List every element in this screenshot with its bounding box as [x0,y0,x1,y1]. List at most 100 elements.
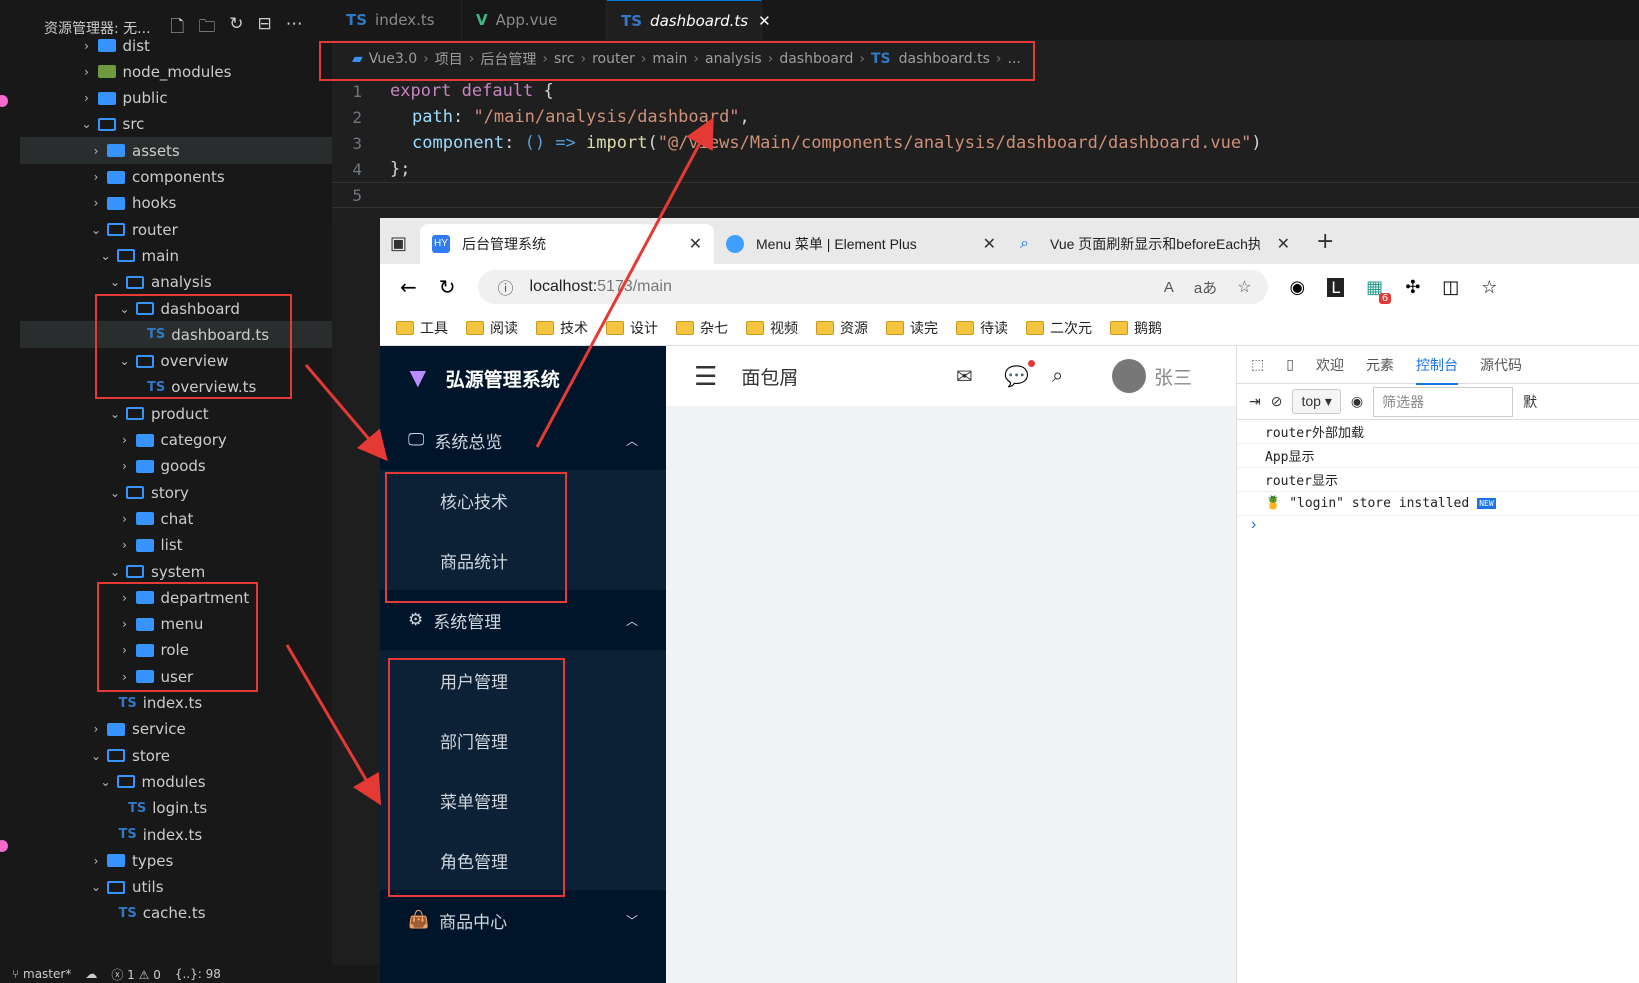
new-tab-icon[interactable]: + [1316,229,1334,254]
browser-tab-admin[interactable]: HY 后台管理系统 ✕ [420,224,714,264]
tree-item[interactable]: ⌄ modules [20,768,332,795]
tree-item[interactable]: ⌄ product [20,400,332,427]
tree-item[interactable]: ⌄ store [20,742,332,769]
mail-icon[interactable]: ✉ [956,364,973,389]
inspect-icon[interactable]: ⬚ [1251,356,1264,373]
tab-elements[interactable]: 元素 [1366,355,1394,375]
tree-item[interactable]: ⌄ utils [20,874,332,901]
bookmark-label: 工具 [420,319,448,336]
tree-item[interactable]: ⌄ system [20,558,332,585]
search-icon[interactable]: ⌕ [1052,365,1063,388]
tree-item[interactable]: › assets [20,137,332,165]
app-logo[interactable]: ▼ 弘源管理系统 [380,346,666,410]
browser-tab-element-plus[interactable]: Menu 菜单 | Element Plus ✕ [714,224,1008,264]
bookmark-item[interactable]: 鹅鹅 [1110,318,1162,338]
puzzle-icon[interactable]: ✣ [1405,277,1420,298]
bookmark-item[interactable]: 待读 [956,318,1008,338]
problems-status[interactable]: ⓧ 1 ⚠ 0 [111,966,161,983]
tree-item[interactable]: › service [20,716,332,743]
tree-item[interactable]: TS index.ts [20,821,332,848]
tree-item[interactable]: TS login.ts [20,795,332,822]
tab-dashboard-ts[interactable]: TS dashboard.ts ✕ [607,0,771,40]
chevron-down-icon: ⌄ [81,117,92,132]
tab-app-vue[interactable]: V App.vue [462,0,607,40]
tree-item[interactable]: › chat [20,505,332,532]
translate-icon[interactable]: aあ [1194,277,1217,298]
sidebar-panel-icon[interactable]: ⇥ [1249,393,1261,410]
bookmark-item[interactable]: 设计 [606,318,658,338]
tab-sources[interactable]: 源代码 [1480,355,1522,375]
folder-icon [107,144,125,158]
context-select[interactable]: top ▾ [1292,389,1341,414]
menu-goods-center[interactable]: 👜 商品中心 ﹀ [380,890,666,950]
ts-file-icon: TS [118,905,137,921]
menu-system-overview[interactable]: 🖵 系统总览 ︿ [380,410,666,470]
tree-item[interactable]: TS index.ts [20,690,332,717]
extension-l-icon[interactable]: L [1327,277,1345,297]
folder-icon [107,749,125,763]
tree-item[interactable]: ⌄ src [20,111,332,138]
favorite-star-icon[interactable]: ☆ [1237,277,1251,297]
back-icon[interactable]: ← [400,275,417,299]
sync-icon[interactable]: ☁ [85,967,97,981]
code-editor[interactable]: 1 export default { 2 path: "/main/analysis… [332,78,1639,218]
fold-menu-icon[interactable]: ☰ [694,361,717,392]
tree-item[interactable]: › hooks [20,190,332,217]
browser-tab-search[interactable]: ⌕ Vue 页面刷新显示和beforeEach执 ✕ [1008,224,1302,264]
folder-icon [107,880,125,894]
close-icon[interactable]: ✕ [758,12,771,30]
tab-console[interactable]: 控制台 [1415,355,1458,385]
username[interactable]: 张三 [1154,363,1192,390]
tree-item[interactable]: › types [20,847,332,874]
chat-icon[interactable]: 💬 [1004,359,1035,389]
branch-icon: ⑂ [12,967,24,981]
bookmark-item[interactable]: 二次元 [1026,318,1092,338]
tree-item[interactable]: › list [20,532,332,559]
tree-item[interactable]: › public [20,85,332,112]
clear-console-icon[interactable]: ⊘ [1271,393,1283,410]
avatar[interactable] [1112,359,1146,393]
line-number: 2 [352,107,362,127]
eye-icon[interactable]: ◉ [1351,393,1363,410]
split-screen-icon[interactable]: ◫ [1442,277,1459,298]
extension-mask-icon[interactable]: ◉ [1290,277,1306,298]
tree-item[interactable]: › components [20,164,332,191]
info-icon[interactable]: ⓘ [498,275,514,299]
device-icon[interactable]: ▯ [1286,356,1294,373]
filter-input[interactable]: 筛选器 [1373,386,1514,417]
extension-apps-icon[interactable]: ▦ 6 [1366,277,1392,304]
tree-item[interactable]: ⌄ main [20,242,332,269]
url-input[interactable]: ⓘ localhost: 5173/main A aあ ☆ [477,270,1268,304]
branch-status[interactable]: ⑂ master* [12,967,71,981]
bookmark-item[interactable]: 工具 [396,318,448,338]
tree-item[interactable]: › dist [20,32,332,59]
bookmark-item[interactable]: 资源 [816,318,868,338]
tree-item[interactable]: › node_modules [20,58,332,85]
bookmark-item[interactable]: 阅读 [466,318,518,338]
tree-item[interactable]: ⌄ story [20,479,332,506]
bookmark-item[interactable]: 视频 [746,318,798,338]
sidebar-toggle-icon[interactable]: ▣ [390,233,420,254]
favorites-icon[interactable]: ☆ [1481,277,1497,298]
tab-index-ts[interactable]: TS index.ts [332,0,462,40]
editor-tabs: TS index.ts V App.vue TS dashboard.ts ✕ [332,0,1639,40]
bookmark-item[interactable]: 杂七 [676,318,728,338]
tree-item-label: dist [122,36,150,55]
console-prompt[interactable]: › [1237,516,1639,534]
default-levels[interactable]: 默 [1523,392,1537,412]
menu-label: 系统管理 [433,612,502,632]
close-icon[interactable]: ✕ [1277,234,1290,254]
tree-item[interactable]: ⌄ analysis [20,269,332,296]
bookmark-item[interactable]: 技术 [536,318,588,338]
close-icon[interactable]: ✕ [983,234,996,254]
tree-item[interactable]: › category [20,427,332,454]
read-aloud-icon[interactable]: A [1164,279,1174,296]
bookmark-item[interactable]: 读完 [886,318,938,338]
tree-item[interactable]: TS cache.ts [20,900,332,927]
tree-item[interactable]: ⌄ router [20,216,332,243]
close-icon[interactable]: ✕ [689,234,702,254]
tree-item[interactable]: › goods [20,453,332,480]
tab-welcome[interactable]: 欢迎 [1316,355,1344,375]
account-dot[interactable] [0,840,8,852]
reload-icon[interactable]: ↻ [439,275,456,299]
